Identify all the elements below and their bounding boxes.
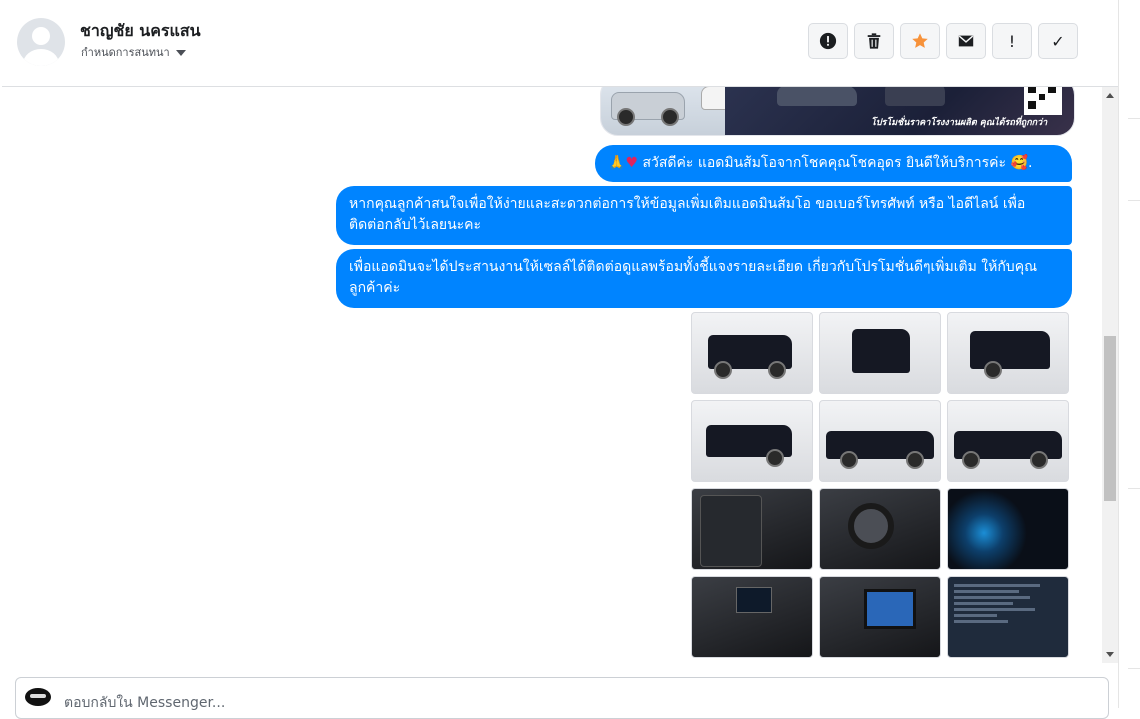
alert-circle-icon xyxy=(819,32,837,50)
message-text: เพื่อแอดมินจะได้ประสานงานให้เซลล์ได้ติดต… xyxy=(349,259,1038,296)
scroll-down-arrow-icon[interactable] xyxy=(1106,652,1114,657)
heart-emoji: ♥ xyxy=(625,155,638,171)
caret-down-icon xyxy=(175,50,186,56)
message-thread[interactable]: โปรโมชั่นราคาโรงงานผลิต คุณได้รถที่ถูกกว… xyxy=(2,87,1102,663)
wheel-shape xyxy=(714,361,732,379)
reply-composer[interactable]: ตอบกลับใน Messenger... xyxy=(15,677,1109,719)
photo-thumbnail[interactable] xyxy=(947,400,1069,482)
message-bubble[interactable]: 🙏♥ สวัสดีค่ะ แอดมินส้มโอจากโชคคุณโชคอุดร… xyxy=(595,145,1072,182)
conversation-status-label: กำหนดการสนทนา xyxy=(81,46,170,59)
doc-line xyxy=(954,584,1041,587)
check-icon: ✓ xyxy=(1051,31,1065,51)
star-button[interactable] xyxy=(900,23,940,59)
wheel-shape xyxy=(906,451,924,469)
wheel-shape xyxy=(1030,451,1048,469)
screen-shape xyxy=(736,587,772,613)
photo-thumbnail[interactable] xyxy=(691,576,813,658)
avatar-body-shape xyxy=(23,49,59,66)
side-divider xyxy=(1128,118,1140,119)
avatar[interactable] xyxy=(17,18,65,66)
door-panel-shape xyxy=(700,495,762,567)
trash-icon xyxy=(867,33,881,49)
conversation-status-dropdown[interactable]: กำหนดการสนทนา xyxy=(81,43,186,61)
exclamation-icon: ! xyxy=(1008,31,1016,51)
scrollbar-thumb[interactable] xyxy=(1104,336,1116,501)
promo-figure xyxy=(885,87,945,106)
photo-thumbnail[interactable] xyxy=(947,576,1069,658)
delete-button[interactable] xyxy=(854,23,894,59)
action-toolbar: ! ✓ xyxy=(808,23,1078,59)
message-bubble[interactable]: เพื่อแอดมินจะได้ประสานงานให้เซลล์ได้ติดต… xyxy=(336,249,1072,308)
photo-thumbnail[interactable] xyxy=(819,400,941,482)
photo-thumbnail[interactable] xyxy=(947,488,1069,570)
doc-line xyxy=(954,590,1019,593)
side-divider xyxy=(1128,200,1140,201)
contact-name[interactable]: ชาญชัย นครแสน xyxy=(80,19,201,44)
promo-wheel xyxy=(661,108,679,126)
photo-thumbnail[interactable] xyxy=(947,312,1069,394)
envelope-icon xyxy=(958,35,974,47)
conversation-panel: ชาญชัย นครแสน กำหนดการสนทนา ! ✓ โปรโมชั่… xyxy=(0,0,1119,719)
photo-attachment-grid xyxy=(691,312,1073,658)
photo-thumbnail[interactable] xyxy=(691,488,813,570)
thread-scrollbar[interactable] xyxy=(1102,87,1118,663)
pray-emoji: 🙏 xyxy=(608,155,626,171)
page-logo-icon xyxy=(25,688,51,706)
wheel-shape xyxy=(768,361,786,379)
photo-thumbnail[interactable] xyxy=(691,312,813,394)
photo-thumbnail[interactable] xyxy=(819,312,941,394)
avatar-head-shape xyxy=(32,27,50,45)
conversation-header: ชาญชัย นครแสน กำหนดการสนทนา ! ✓ xyxy=(2,0,1118,87)
promo-image-attachment[interactable]: โปรโมชั่นราคาโรงงานผลิต คุณได้รถที่ถูกกว… xyxy=(600,87,1075,136)
mark-done-button[interactable]: ✓ xyxy=(1038,23,1078,59)
side-divider xyxy=(1128,488,1140,489)
wheel-shape xyxy=(840,451,858,469)
promo-tagline: โปรโมชั่นราคาโรงงานผลิต คุณได้รถที่ถูกกว… xyxy=(871,118,1048,128)
message-text: สวัสดีค่ะ แอดมินส้มโอจากโชคคุณโชคอุดร ยิ… xyxy=(638,155,1011,171)
truck-shape xyxy=(852,329,910,373)
reply-input[interactable]: ตอบกลับใน Messenger... xyxy=(64,692,225,714)
smiling-hearts-emoji: 🥰. xyxy=(1010,155,1033,171)
mark-unread-button[interactable] xyxy=(946,23,986,59)
photo-thumbnail[interactable] xyxy=(691,400,813,482)
promo-image-left xyxy=(601,87,763,135)
doc-line xyxy=(954,614,998,617)
message-bubble[interactable]: หากคุณลูกค้าสนใจเพื่อให้ง่ายและสะดวกต่อก… xyxy=(336,186,1072,245)
promo-car-dark xyxy=(777,87,857,106)
doc-line xyxy=(954,608,1035,611)
qr-code-image xyxy=(1024,87,1062,115)
photo-thumbnail[interactable] xyxy=(819,488,941,570)
side-divider xyxy=(1128,668,1140,669)
star-icon xyxy=(912,33,928,48)
scroll-up-arrow-icon[interactable] xyxy=(1106,93,1114,98)
promo-wheel xyxy=(617,108,635,126)
mark-spam-button[interactable] xyxy=(808,23,848,59)
wheel-shape xyxy=(962,451,980,469)
wheel-shape xyxy=(984,361,1002,379)
screen-shape xyxy=(864,589,916,629)
photo-thumbnail[interactable] xyxy=(819,576,941,658)
doc-line xyxy=(954,596,1030,599)
truck-shape xyxy=(970,331,1050,369)
message-text: หากคุณลูกค้าสนใจเพื่อให้ง่ายและสะดวกต่อก… xyxy=(349,196,1026,233)
steering-wheel-shape xyxy=(848,503,894,549)
doc-line xyxy=(954,620,1008,623)
wheel-shape xyxy=(766,449,784,467)
doc-line xyxy=(954,602,1014,605)
follow-up-button[interactable]: ! xyxy=(992,23,1032,59)
